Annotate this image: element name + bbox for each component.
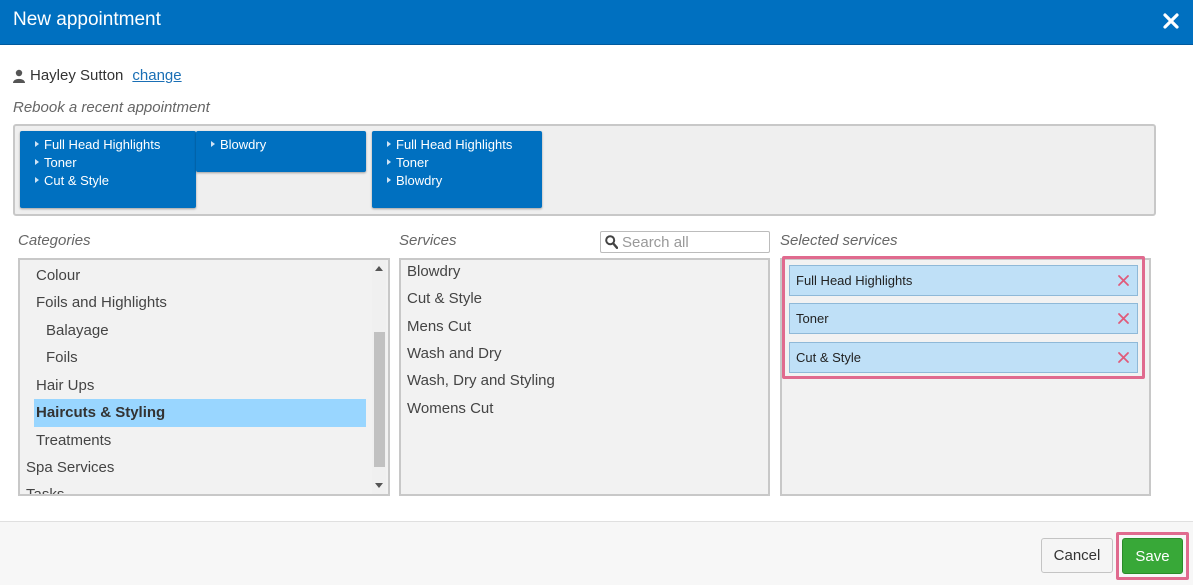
selected-service-label: Cut & Style (796, 350, 862, 365)
rebook-panel: Full Head Highlights Toner Cut & Style B… (13, 124, 1156, 216)
client-row: Hayley Sutton change (13, 67, 182, 84)
category-item-colour[interactable]: Colour (36, 262, 80, 290)
scroll-down-arrow-icon[interactable] (375, 483, 383, 488)
remove-icon[interactable] (1117, 351, 1130, 364)
selected-service-item: Toner (789, 303, 1138, 334)
rebook-appointment-1[interactable]: Full Head Highlights Toner Cut & Style (20, 131, 196, 208)
service-item-wash-and-dry[interactable]: Wash and Dry (407, 345, 501, 362)
save-button[interactable]: Save (1122, 538, 1183, 574)
dialog-title: New appointment (13, 9, 161, 30)
category-item-foils[interactable]: Foils (46, 344, 78, 372)
rebook-appointment-2[interactable]: Blowdry (196, 131, 366, 172)
close-icon[interactable] (1159, 8, 1183, 34)
category-item-treatments[interactable]: Treatments (36, 427, 111, 455)
change-client-link[interactable]: change (132, 67, 181, 84)
service-item-blowdry[interactable]: Blowdry (407, 263, 460, 280)
cancel-button[interactable]: Cancel (1041, 538, 1113, 573)
services-list: Blowdry Cut & Style Mens Cut Wash and Dr… (399, 258, 770, 496)
rebook-service: Blowdry (387, 172, 542, 190)
selected-service-label: Full Head Highlights (796, 273, 913, 288)
category-item-foils-and-highlights[interactable]: Foils and Highlights (36, 289, 167, 317)
category-item-hair-ups[interactable]: Hair Ups (36, 372, 94, 400)
category-item-tasks[interactable]: Tasks (26, 481, 64, 494)
categories-label: Categories (18, 232, 91, 249)
selected-service-item: Cut & Style (789, 342, 1138, 373)
service-item-mens-cut[interactable]: Mens Cut (407, 318, 471, 335)
category-item-balayage[interactable]: Balayage (46, 317, 109, 345)
rebook-label: Rebook a recent appointment (13, 99, 210, 116)
service-item-womens-cut[interactable]: Womens Cut (407, 400, 493, 417)
selected-services-list: Full Head Highlights Toner Cut & Style (782, 256, 1145, 379)
search-box (600, 231, 770, 253)
scroll-up-arrow-icon[interactable] (375, 266, 383, 271)
rebook-service: Toner (35, 154, 196, 172)
rebook-service: Toner (387, 154, 542, 172)
rebook-service: Blowdry (211, 136, 366, 154)
selected-service-label: Toner (796, 311, 829, 326)
scroll-thumb[interactable] (374, 332, 385, 467)
remove-icon[interactable] (1117, 274, 1130, 287)
client-name: Hayley Sutton (30, 67, 124, 84)
category-item-haircuts-styling[interactable]: Haircuts & Styling (34, 399, 366, 427)
categories-scrollbar[interactable] (372, 260, 386, 494)
rebook-service: Full Head Highlights (35, 136, 196, 154)
rebook-service: Full Head Highlights (387, 136, 542, 154)
rebook-service: Cut & Style (35, 172, 196, 190)
service-item-wash-dry-styling[interactable]: Wash, Dry and Styling (407, 372, 555, 389)
service-item-cut-style[interactable]: Cut & Style (407, 290, 482, 307)
selected-service-item: Full Head Highlights (789, 265, 1138, 296)
remove-icon[interactable] (1117, 312, 1130, 325)
dialog-footer (0, 521, 1193, 585)
dialog-header: New appointment (0, 0, 1193, 45)
person-icon (13, 69, 25, 83)
save-button-highlight: Save (1116, 532, 1189, 580)
search-input[interactable] (622, 233, 762, 251)
search-icon (605, 235, 618, 249)
rebook-appointment-3[interactable]: Full Head Highlights Toner Blowdry (372, 131, 542, 208)
services-label: Services (399, 232, 457, 249)
selected-services-label: Selected services (780, 232, 898, 249)
categories-list: Colour Foils and Highlights Balayage Foi… (18, 258, 390, 496)
category-item-spa-services[interactable]: Spa Services (26, 454, 114, 482)
